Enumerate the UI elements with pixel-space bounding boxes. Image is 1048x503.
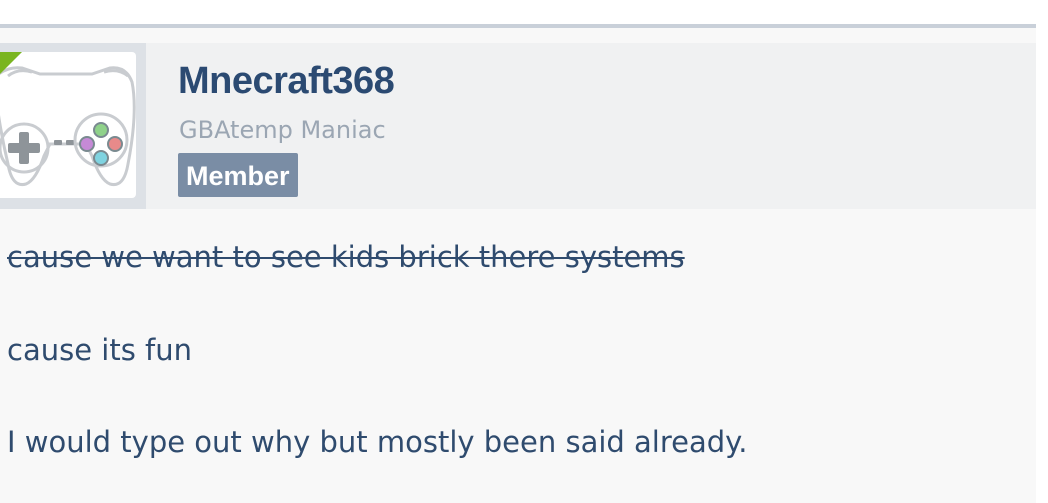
post-text-line: cause its fun: [7, 333, 192, 367]
post-author-header: [0, 43, 1036, 209]
username-link[interactable]: Mnecraft368: [178, 60, 395, 103]
member-badge: Member: [178, 153, 298, 197]
post-text-line: I would type out why but mostly been sai…: [7, 425, 748, 459]
post-divider: [0, 24, 1036, 28]
strikethrough-text: cause we want to see kids brick there sy…: [7, 240, 685, 274]
user-title: GBAtemp Maniac: [179, 116, 386, 144]
online-indicator: [0, 52, 22, 74]
right-gutter: [1036, 0, 1048, 503]
previous-post-bottom: [0, 0, 1036, 24]
forum-post-page: Mnecraft368 GBAtemp Maniac Member cause …: [0, 0, 1048, 503]
